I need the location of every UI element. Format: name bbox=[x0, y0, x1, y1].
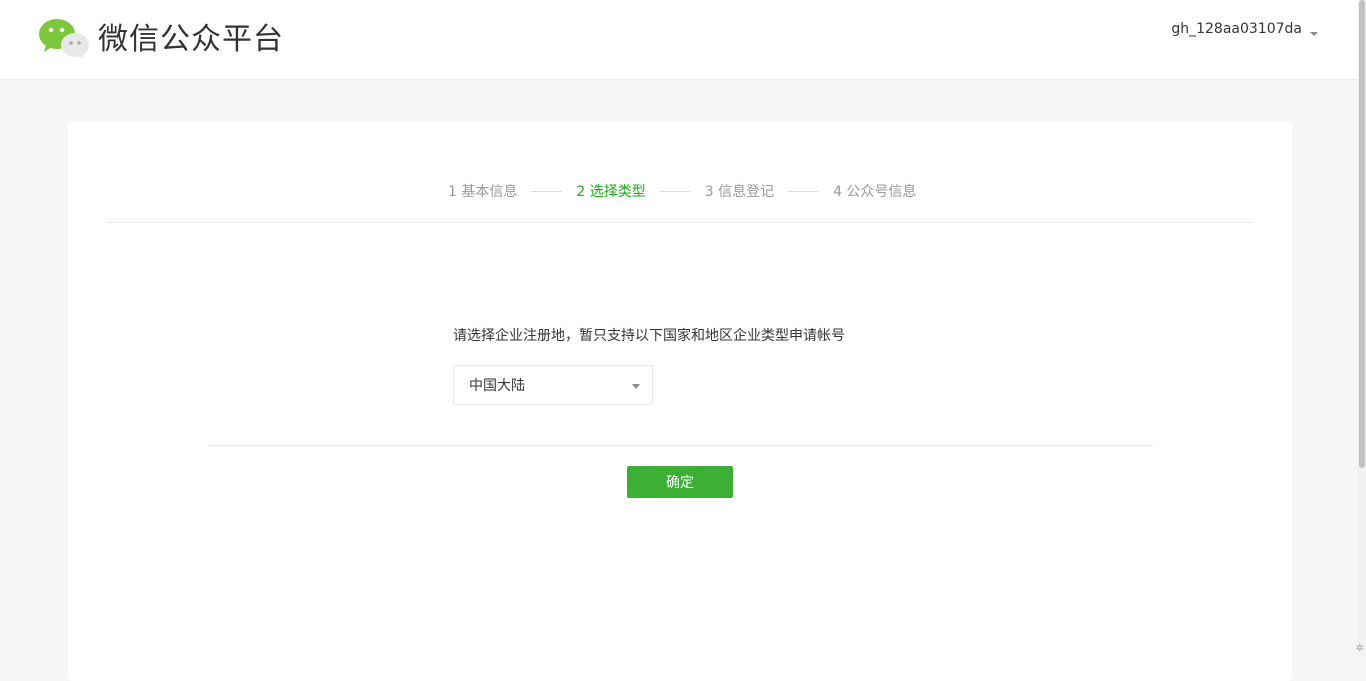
chevron-down-icon bbox=[1310, 32, 1318, 36]
steps-divider bbox=[106, 222, 1253, 223]
registration-card: 1 基本信息 2 选择类型 3 信息登记 4 公众号信息 请选择企业注册地，暂只… bbox=[68, 121, 1292, 681]
step-indicator: 1 基本信息 2 选择类型 3 信息登记 4 公众号信息 bbox=[448, 181, 916, 201]
region-select-value: 中国大陆 bbox=[469, 375, 525, 395]
page-scrollbar[interactable] bbox=[1358, 0, 1366, 657]
step-connector bbox=[788, 191, 819, 192]
account-menu[interactable]: gh_128aa03107da bbox=[1171, 19, 1318, 39]
region-select[interactable]: 中国大陆 bbox=[453, 365, 653, 405]
confirm-button[interactable]: 确定 bbox=[627, 466, 733, 498]
form-divider bbox=[208, 445, 1153, 446]
region-prompt: 请选择企业注册地，暂只支持以下国家和地区企业类型申请帐号 bbox=[453, 325, 845, 345]
resize-corner-icon: ✲ bbox=[1356, 643, 1364, 654]
platform-title[interactable]: 微信公众平台 bbox=[98, 20, 284, 60]
wechat-logo-icon[interactable] bbox=[38, 18, 90, 60]
top-header: 微信公众平台 gh_128aa03107da bbox=[0, 0, 1366, 80]
step-connector bbox=[531, 191, 562, 192]
step-connector bbox=[660, 191, 691, 192]
step-info-registration: 3 信息登记 bbox=[705, 181, 774, 201]
step-account-info: 4 公众号信息 bbox=[833, 181, 916, 201]
scrollbar-thumb[interactable] bbox=[1359, 0, 1365, 468]
step-select-type: 2 选择类型 bbox=[576, 181, 645, 201]
account-name: gh_128aa03107da bbox=[1171, 21, 1302, 37]
caret-down-icon bbox=[632, 384, 640, 389]
step-basic-info: 1 基本信息 bbox=[448, 181, 517, 201]
